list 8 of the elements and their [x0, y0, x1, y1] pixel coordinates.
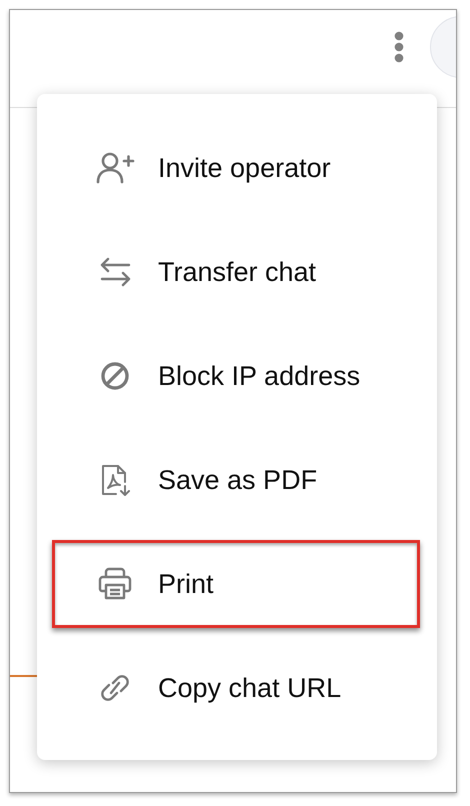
- menu-item[interactable]: Block IP address: [52, 332, 420, 420]
- more-options-icon[interactable]: [394, 30, 404, 62]
- add-person-icon: [95, 151, 135, 185]
- menu-item[interactable]: Print: [52, 540, 420, 628]
- menu-item[interactable]: Save as PDF: [52, 436, 420, 524]
- menu-item[interactable]: Copy chat URL: [52, 644, 420, 732]
- menu-item[interactable]: Transfer chat: [52, 228, 420, 316]
- menu-item[interactable]: Invite operator: [52, 124, 420, 212]
